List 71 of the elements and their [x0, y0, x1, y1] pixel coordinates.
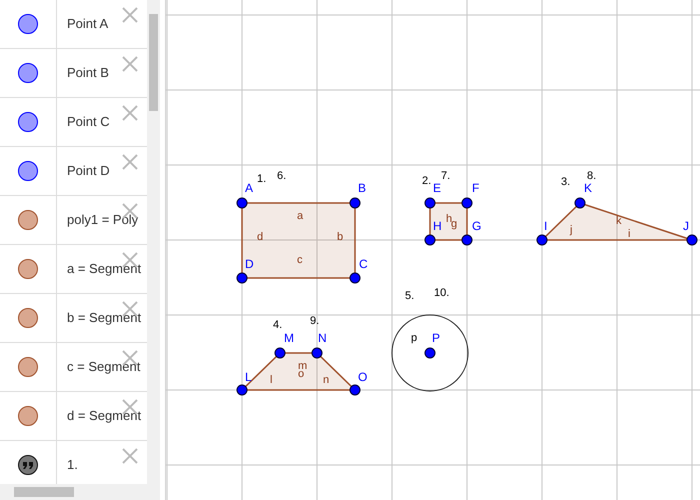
point-label: B	[358, 181, 366, 195]
text-label: 7.	[441, 170, 450, 182]
point[interactable]	[236, 272, 248, 284]
point[interactable]	[236, 384, 248, 396]
visibility-toggle[interactable]	[18, 112, 38, 132]
point-label: O	[358, 370, 368, 384]
point[interactable]	[236, 198, 248, 208]
algebra-entry[interactable]: 1.	[57, 455, 78, 475]
object-label: c	[297, 254, 302, 266]
point[interactable]	[350, 272, 360, 284]
algebra-entry[interactable]: a = Segment	[57, 259, 142, 279]
text-label: 2.	[422, 175, 432, 187]
point-label: D	[245, 257, 254, 271]
algebra-entry[interactable]: Point A	[57, 14, 108, 34]
object-label: b	[337, 231, 344, 243]
scrollbar-thumb[interactable]	[14, 487, 74, 497]
point[interactable]	[350, 384, 360, 396]
algebra-entry[interactable]: c = Segment	[57, 357, 140, 377]
text-label: 1.	[257, 173, 266, 185]
algebra-entry[interactable]: Point B	[57, 63, 109, 83]
algebra-entry[interactable]: b = Segment	[57, 308, 142, 328]
text-label: 5.	[405, 290, 414, 302]
text-label: 8.	[587, 170, 596, 182]
visibility-toggle[interactable]	[18, 357, 38, 377]
point[interactable]	[424, 348, 436, 358]
object-label: a	[297, 210, 304, 222]
text-label: 4.	[273, 319, 282, 331]
object-label: l	[270, 374, 272, 386]
text-label: 9.	[310, 315, 320, 327]
visibility-toggle[interactable]	[18, 63, 38, 83]
text-label: 6.	[277, 170, 286, 182]
point[interactable]	[274, 348, 286, 358]
object-label: g	[451, 218, 458, 230]
point-label: H	[433, 219, 442, 233]
algebra-entry[interactable]: Point D	[57, 161, 110, 181]
text-label: 3.	[561, 176, 570, 188]
object-label: p	[411, 332, 418, 344]
object-label: n	[323, 374, 330, 386]
object-label: h	[446, 213, 452, 225]
point-label: K	[584, 181, 592, 195]
point-label: F	[472, 181, 480, 195]
scrollbar-thumb[interactable]	[149, 14, 158, 111]
visibility-toggle[interactable]	[18, 406, 38, 426]
visibility-toggle[interactable]	[18, 308, 38, 328]
algebra-entry[interactable]: Point C	[57, 112, 110, 132]
point[interactable]	[424, 234, 436, 246]
point[interactable]	[424, 198, 436, 208]
quote-icon[interactable]	[18, 455, 38, 475]
point-label: C	[359, 257, 368, 271]
vertical-scrollbar[interactable]	[147, 0, 160, 484]
visibility-toggle[interactable]	[18, 161, 38, 181]
object-label: d	[257, 231, 264, 243]
algebra-entry[interactable]: d = Segment	[57, 406, 142, 426]
algebra-entry[interactable]: poly1 = Poly	[57, 210, 138, 230]
visibility-toggle[interactable]	[18, 210, 38, 230]
point[interactable]	[312, 348, 322, 358]
point-label: G	[472, 219, 482, 233]
visibility-toggle[interactable]	[18, 14, 38, 34]
horizontal-scrollbar[interactable]	[0, 484, 160, 500]
point-label: N	[318, 331, 327, 345]
point[interactable]	[462, 198, 472, 208]
point[interactable]	[350, 198, 360, 208]
point-label: E	[433, 181, 442, 195]
visibility-toggle[interactable]	[18, 259, 38, 279]
text-label: 10.	[434, 287, 450, 299]
square-polygon	[429, 202, 468, 241]
point-label: A	[245, 181, 254, 195]
point-label: P	[432, 331, 440, 345]
point-label: M	[284, 331, 294, 345]
point[interactable]	[462, 234, 472, 246]
point-label: L	[245, 370, 252, 384]
